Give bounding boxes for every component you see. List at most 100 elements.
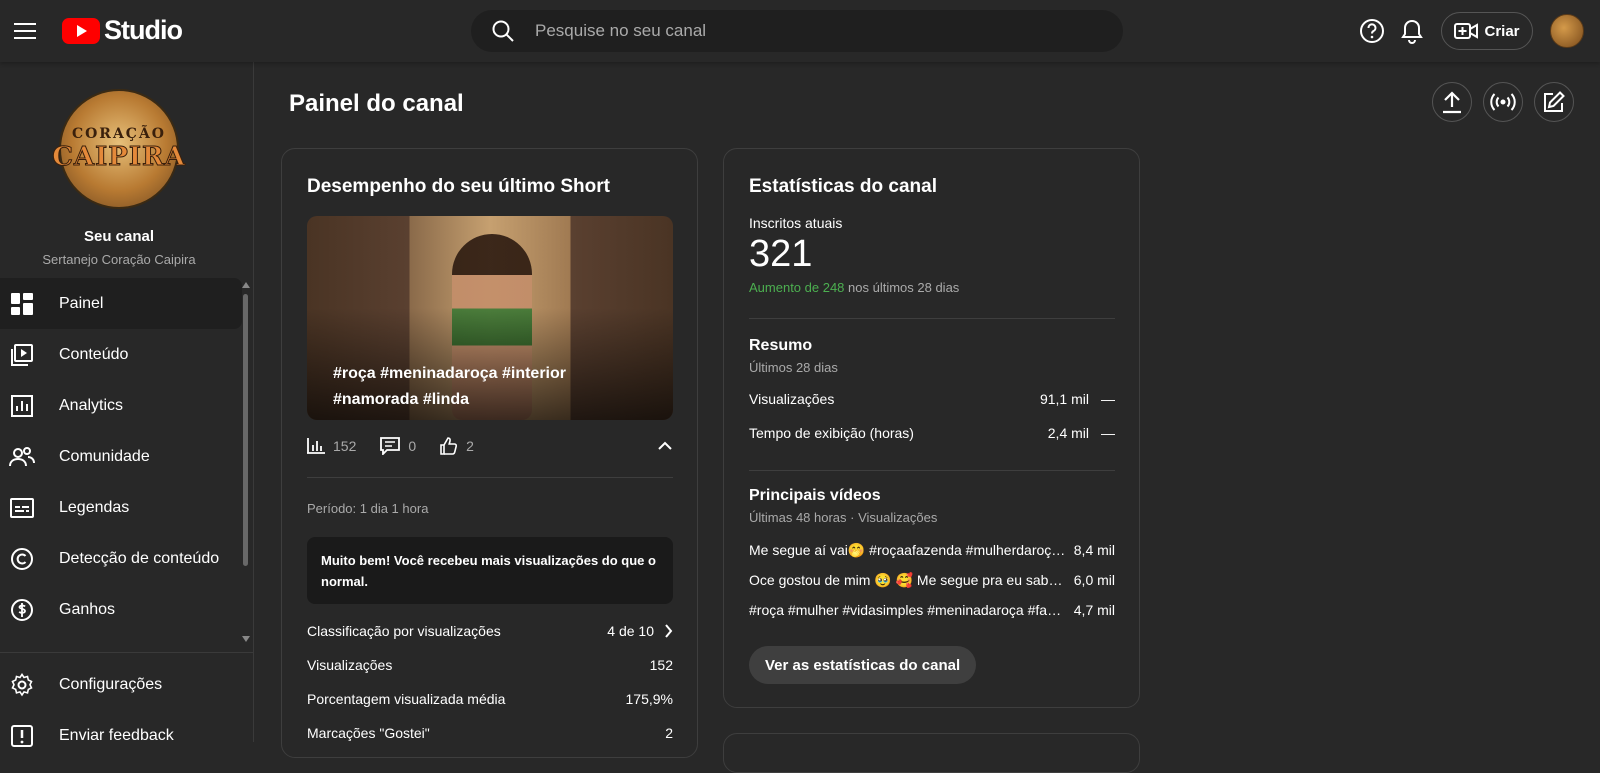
dashboard-icon (8, 290, 36, 318)
metric-value: 175,9% (625, 691, 673, 707)
sidebar-item-label: Ganhos (59, 600, 116, 618)
growth-text: Aumento de 248 nos últimos 28 dias (749, 280, 959, 295)
sidebar-item-painel[interactable]: Painel (0, 278, 242, 329)
scroll-down-icon[interactable] (242, 636, 250, 642)
sidebar-divider (0, 652, 254, 653)
metric-value: 2 (665, 725, 673, 741)
live-icon (1490, 93, 1516, 111)
sidebar-item-label: Detecção de conteúdo (59, 549, 220, 567)
metric-row: Porcentagem visualizada média 175,9% (307, 691, 673, 707)
summary-trend: — (1101, 425, 1115, 441)
sidebar-item-comunidade[interactable]: Comunidade (0, 431, 242, 482)
upload-button[interactable] (1432, 82, 1472, 122)
sidebar-nav: Painel Conteúdo Analytics Comunidade Leg… (0, 278, 242, 635)
scroll-up-icon[interactable] (242, 282, 250, 288)
short-thumbnail[interactable]: #roça #meninadaroça #interior #namorada … (307, 216, 673, 420)
next-card (723, 733, 1140, 773)
top-videos-period: Últimas 48 horas · Visualizações (749, 510, 938, 525)
community-icon (8, 443, 36, 471)
help-icon[interactable] (1356, 15, 1388, 47)
analytics-icon (8, 392, 36, 420)
sidebar-item-configuracoes[interactable]: Configurações (0, 659, 242, 710)
video-title: Oce gostou de mim 🥹 🥰 Me segue pra eu sa… (749, 572, 1067, 588)
search-bar[interactable] (471, 10, 1123, 52)
sidebar-item-label: Painel (59, 294, 104, 312)
logo-text: Studio (104, 15, 183, 45)
channel-logo-line1: CORAÇÃO (71, 126, 167, 142)
video-title: Me segue aí vai🤭 #roçaafazenda #mulherda… (749, 542, 1067, 558)
summary-period: Últimos 28 dias (749, 360, 838, 375)
search-input[interactable] (535, 21, 1123, 41)
create-label: Criar (1484, 22, 1520, 40)
top-video-row[interactable]: #roça #mulher #vidasimples #meninadaroça… (749, 602, 1115, 618)
copyright-icon (8, 545, 36, 573)
sidebar-item-label: Comunidade (59, 447, 150, 465)
sidebar-item-conteudo[interactable]: Conteúdo (0, 329, 242, 380)
metric-value: 4 de 10 (607, 623, 654, 639)
subscribers-count: 321 (749, 233, 813, 275)
studio-logo[interactable]: Studio (62, 15, 183, 46)
video-views: 6,0 mil (1073, 572, 1115, 588)
sidebar-item-label: Analytics (59, 396, 124, 414)
metric-row[interactable]: Classificação por visualizações 4 de 10 (307, 623, 673, 639)
sidebar-item-deteccao[interactable]: Detecção de conteúdo (0, 533, 242, 584)
video-views: 8,4 mil (1073, 542, 1115, 558)
metric-label: Porcentagem visualizada média (307, 691, 506, 707)
bell-icon[interactable] (1396, 15, 1428, 47)
subtitles-icon (8, 494, 36, 522)
channel-stats-card: Estatísticas do canal Inscritos atuais 3… (723, 148, 1140, 708)
sidebar-bottom-nav: Configurações Enviar feedback (0, 659, 242, 761)
scroll-thumb[interactable] (243, 294, 248, 566)
earn-icon (8, 596, 36, 624)
summary-row: Visualizações 91,1 mil — (749, 391, 1115, 407)
sidebar-scrollbar[interactable] (242, 282, 250, 642)
page-title: Painel do canal (289, 90, 464, 117)
channel-avatar[interactable]: CORAÇÃO CAIPIRA (52, 89, 185, 209)
top-bar: Studio Criar (0, 0, 1600, 62)
top-video-row[interactable]: Me segue aí vai🤭 #roçaafazenda #mulherda… (749, 542, 1115, 559)
gear-icon (8, 671, 36, 699)
sidebar-item-legendas[interactable]: Legendas (0, 482, 242, 533)
sidebar: CORAÇÃO CAIPIRA Seu canal Sertanejo Cora… (0, 62, 254, 747)
short-caption: #roça #meninadaroça #interior #namorada … (333, 365, 566, 408)
search-icon[interactable] (479, 10, 527, 52)
growth-rest: nos últimos 28 dias (844, 280, 960, 295)
metric-label: Visualizações (307, 657, 393, 673)
summary-label: Visualizações (749, 391, 835, 407)
youtube-logo-icon (62, 17, 100, 44)
performance-message: Muito bem! Você recebeu mais visualizaçõ… (307, 537, 673, 604)
account-avatar[interactable] (1550, 14, 1584, 48)
edit-icon (1544, 91, 1565, 112)
short-stats: 152 0 2 (307, 432, 673, 460)
chevron-up-icon[interactable] (657, 441, 673, 451)
menu-icon[interactable] (10, 16, 40, 46)
likes-count: 2 (466, 438, 474, 454)
views-chart-icon (307, 438, 325, 454)
comments-count: 0 (408, 438, 417, 454)
sidebar-item-label: Conteúdo (59, 345, 129, 363)
top-video-row[interactable]: Oce gostou de mim 🥹 🥰 Me segue pra eu sa… (749, 572, 1115, 589)
create-button[interactable]: Criar (1441, 12, 1533, 50)
card-title: Desempenho do seu último Short (307, 176, 610, 197)
subscribers-label: Inscritos atuais (749, 215, 843, 231)
feedback-icon (8, 722, 36, 750)
video-add-icon (1454, 23, 1479, 39)
view-channel-stats-button[interactable]: Ver as estatísticas do canal (749, 646, 977, 684)
video-views: 4,7 mil (1073, 602, 1115, 618)
sidebar-item-ganhos[interactable]: Ganhos (0, 584, 242, 635)
sidebar-item-analytics[interactable]: Analytics (0, 380, 242, 431)
metric-row: Marcações "Gostei" 2 (307, 725, 673, 741)
sidebar-item-label: Configurações (59, 675, 163, 693)
content-icon (8, 341, 36, 369)
video-title: #roça #mulher #vidasimples #meninadaroça… (749, 602, 1067, 618)
channel-label: Seu canal (83, 228, 155, 245)
sidebar-item-label: Legendas (59, 498, 130, 516)
metric-label: Marcações "Gostei" (307, 725, 430, 741)
create-post-button[interactable] (1534, 82, 1574, 122)
go-live-button[interactable] (1483, 82, 1523, 122)
chevron-right-icon[interactable] (664, 624, 673, 638)
sidebar-item-feedback[interactable]: Enviar feedback (0, 710, 242, 761)
views-count: 152 (333, 438, 357, 454)
summary-label: Tempo de exibição (horas) (749, 425, 914, 441)
channel-logo-line2: CAIPIRA (52, 142, 186, 173)
